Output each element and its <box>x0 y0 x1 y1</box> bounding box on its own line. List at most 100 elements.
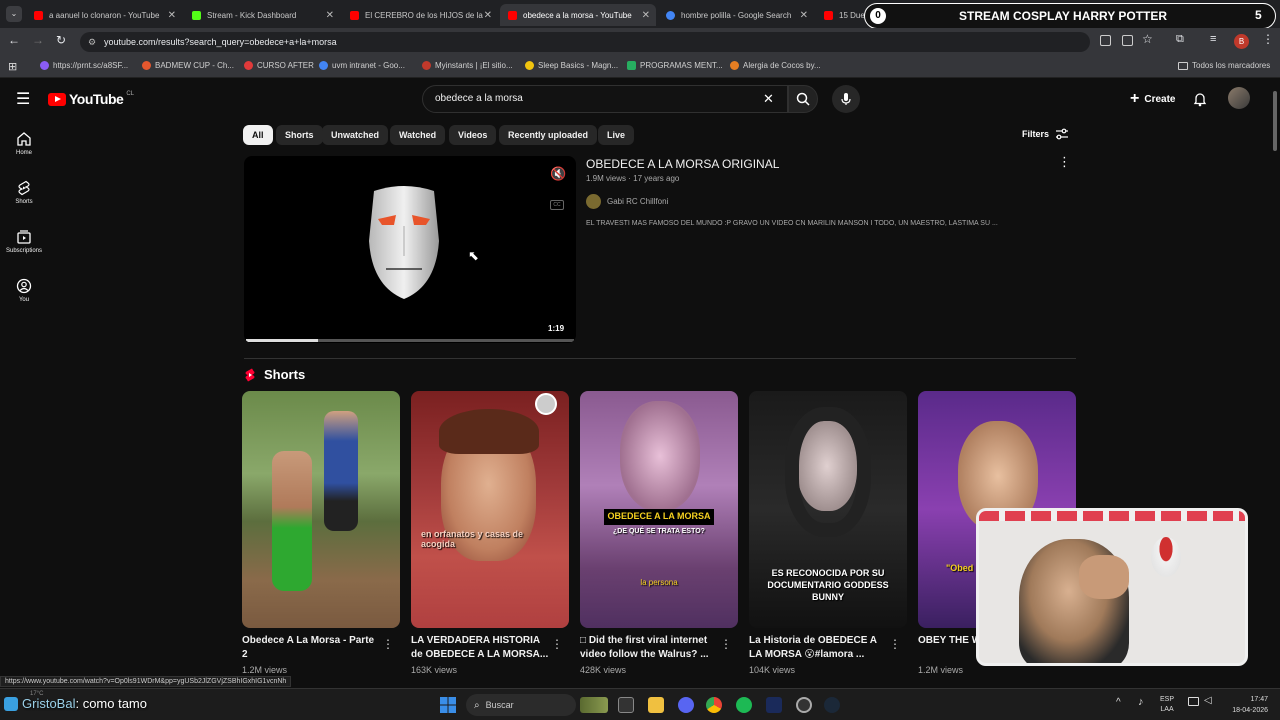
all-bookmarks[interactable]: Todos los marcadores <box>1178 61 1270 70</box>
network-icon[interactable] <box>1188 697 1199 706</box>
short-title[interactable]: La Historia de OBEDECE A LA MORSA 😮#lamo… <box>749 634 889 662</box>
chip-watched[interactable]: Watched <box>390 125 446 145</box>
short-thumbnail[interactable] <box>242 391 400 628</box>
volume-icon[interactable]: ◁ <box>1204 695 1212 706</box>
video-thumbnail[interactable]: 🔇 CC ⬉ 1:19 <box>244 156 576 343</box>
profile-avatar[interactable]: B <box>1234 34 1249 49</box>
close-tab-icon[interactable]: ✕ <box>484 10 492 21</box>
short-thumbnail[interactable]: OBEDECE A LA MORSA ¿DE QUÉ SE TRATA ESTO… <box>580 391 738 628</box>
mute-icon[interactable]: 🔇 <box>550 166 566 182</box>
scrollbar-thumb[interactable] <box>1273 91 1277 151</box>
chip-recently-uploaded[interactable]: Recently uploaded <box>499 125 598 145</box>
chip-videos[interactable]: Videos <box>449 125 497 145</box>
bookmark-7[interactable]: PROGRAMAS MENT... <box>627 61 723 70</box>
short-menu-icon[interactable]: ⋮ <box>551 637 563 651</box>
channel-row[interactable]: Gabi RC Chillfoni <box>586 194 668 209</box>
closed-captions-icon[interactable]: CC <box>550 200 564 210</box>
tab-search-icon[interactable]: ⌄ <box>6 6 22 22</box>
bookmark-4[interactable]: uvm intranet - Goo... <box>319 61 405 70</box>
back-arrow-icon[interactable]: ← <box>8 33 20 47</box>
short-card-2[interactable]: en orfanatos y casas de acogida LA VERDA… <box>411 391 569 675</box>
tab-5[interactable]: hombre polilla - Google Search ✕ <box>658 4 814 26</box>
file-explorer-icon[interactable] <box>648 697 664 713</box>
short-views: 1.2M views <box>242 665 288 675</box>
short-menu-icon[interactable]: ⋮ <box>889 637 901 651</box>
spotify-icon[interactable] <box>736 697 752 713</box>
bookmark-8[interactable]: Alergia de Cocos by... <box>730 61 821 70</box>
sidebar-item-subscriptions[interactable]: Subscriptions <box>0 229 48 254</box>
chip-live[interactable]: Live <box>598 125 635 145</box>
close-tab-icon[interactable]: ✕ <box>642 10 650 21</box>
chip-unwatched[interactable]: Unwatched <box>322 125 389 145</box>
bookmark-star-icon[interactable]: ☆ <box>1142 32 1153 46</box>
clear-search-icon[interactable]: ✕ <box>763 86 774 112</box>
bookmark-6[interactable]: Sleep Basics - Magn... <box>525 61 618 70</box>
short-card-3[interactable]: OBEDECE A LA MORSA ¿DE QUÉ SE TRATA ESTO… <box>580 391 738 675</box>
short-thumbnail[interactable]: en orfanatos y casas de acogida <box>411 391 569 628</box>
taskbar-search[interactable]: ⌕ Buscar <box>466 694 576 716</box>
search-button[interactable] <box>788 85 818 113</box>
clock[interactable]: 17:47 18-04-2026 <box>1220 694 1268 716</box>
capcut-icon[interactable] <box>766 697 782 713</box>
cast-icon[interactable] <box>1122 35 1133 46</box>
voice-search-button[interactable] <box>832 85 860 113</box>
sidebar-item-home[interactable]: Home <box>0 131 48 156</box>
media-icon[interactable]: ≡ <box>1210 33 1216 45</box>
windows-start-icon[interactable] <box>440 697 456 713</box>
translate-icon[interactable] <box>1100 35 1111 46</box>
short-title[interactable]: Obedece A La Morsa - Parte 2 <box>242 634 382 662</box>
close-tab-icon[interactable]: ✕ <box>800 10 808 21</box>
page-scrollbar[interactable] <box>1272 81 1278 686</box>
discord-icon[interactable] <box>678 697 694 713</box>
video-menu-icon[interactable]: ⋮ <box>1058 154 1071 170</box>
short-title[interactable]: □ Did the first viral internet video fol… <box>580 634 720 662</box>
short-title[interactable]: LA VERDADERA HISTORIA de OBEDECE A LA MO… <box>411 634 551 662</box>
sidebar-item-shorts[interactable]: Shorts <box>0 180 48 205</box>
close-tab-icon[interactable]: ✕ <box>168 10 176 21</box>
tab-4-active[interactable]: obedece a la morsa - YouTube ✕ <box>500 4 656 26</box>
tab-2[interactable]: Stream - Kick Dashboard ✕ <box>184 4 340 26</box>
widgets-icon[interactable] <box>4 697 18 711</box>
steam-icon[interactable] <box>824 697 840 713</box>
tab-3[interactable]: El CEREBRO de los HIJOS de la ✕ <box>342 4 498 26</box>
forward-arrow-icon[interactable]: → <box>32 33 44 47</box>
terminal-icon[interactable] <box>618 697 634 713</box>
site-info-icon[interactable]: ⚙ <box>88 32 96 52</box>
user-avatar[interactable] <box>1228 87 1250 109</box>
chip-all[interactable]: All <box>243 125 273 145</box>
close-tab-icon[interactable]: ✕ <box>326 10 334 21</box>
video-title[interactable]: OBEDECE A LA MORSA ORIGINAL <box>586 157 779 171</box>
tab-1[interactable]: a aanuel lo clonaron - YouTube ✕ <box>26 4 182 26</box>
search-input[interactable]: obedece a la morsa ✕ <box>422 85 788 113</box>
short-menu-icon[interactable]: ⋮ <box>720 637 732 651</box>
chrome-icon[interactable] <box>706 697 722 713</box>
bookmark-3[interactable]: CURSO AFTER <box>244 61 314 70</box>
sidebar-label: You <box>18 297 30 303</box>
reload-icon[interactable]: ↻ <box>56 33 66 47</box>
menu-dots-icon[interactable]: ⋮ <box>1262 32 1274 46</box>
create-button[interactable]: + Create <box>1120 85 1185 113</box>
game-app-icon[interactable] <box>580 697 608 713</box>
youtube-logo[interactable]: YouTube CL <box>48 91 134 107</box>
bookmark-5[interactable]: Myinstants | ¡El sitio... <box>422 61 513 70</box>
tray-chevron-icon[interactable]: ^ <box>1116 697 1121 708</box>
extensions-icon[interactable]: ⧉ <box>1176 33 1184 46</box>
video-duration: 1:19 <box>548 324 565 333</box>
filters-button[interactable]: Filters <box>1022 128 1069 140</box>
notifications-bell-icon[interactable] <box>1192 91 1208 107</box>
bookmark-2[interactable]: BADMEW CUP - Ch... <box>142 61 234 70</box>
short-menu-icon[interactable]: ⋮ <box>382 637 394 651</box>
language-indicator[interactable]: ESP LAA <box>1160 695 1174 715</box>
video-progress-track[interactable] <box>246 339 574 342</box>
hamburger-menu-icon[interactable]: ☰ <box>16 89 30 109</box>
sidebar-item-you[interactable]: You <box>0 278 48 303</box>
chip-shorts[interactable]: Shorts <box>276 125 323 145</box>
apps-grid-icon[interactable]: ⊞ <box>8 60 17 73</box>
short-thumbnail[interactable]: ES RECONOCIDA POR SU DOCUMENTARIO GODDES… <box>749 391 907 628</box>
bookmark-1[interactable]: https://prnt.sc/a8SF... <box>40 61 128 70</box>
short-card-1[interactable]: Obedece A La Morsa - Parte 2 1.2M views … <box>242 391 400 675</box>
obs-icon[interactable] <box>796 697 812 713</box>
wifi-icon[interactable]: ♪ <box>1138 696 1144 708</box>
url-field[interactable]: ⚙ youtube.com/results?search_query=obede… <box>80 32 1090 52</box>
short-card-4[interactable]: ES RECONOCIDA POR SU DOCUMENTARIO GODDES… <box>749 391 907 675</box>
